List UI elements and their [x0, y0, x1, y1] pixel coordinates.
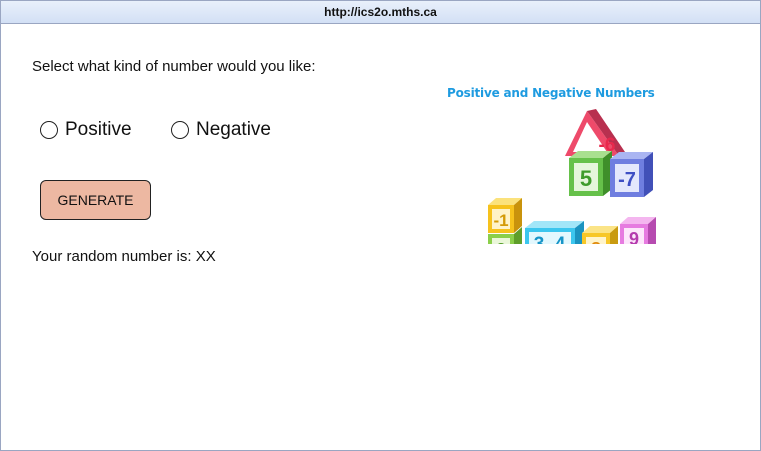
block-label: -7: [618, 169, 636, 191]
block-label: 4: [555, 234, 566, 244]
radio-option-negative[interactable]: Negative: [171, 119, 271, 141]
blocks-graphic: -6 5 -7 -1 9: [488, 109, 656, 244]
result-text: Your random number is: XX: [32, 248, 216, 265]
page-content: Select what kind of number would you lik…: [1, 24, 760, 450]
radio-positive-label[interactable]: Positive: [65, 119, 132, 141]
block-label: 5: [580, 166, 592, 191]
number-blocks-illustration: Positive and Negative Numbers -6 5 -7 -1…: [447, 84, 669, 244]
block-label: -1: [493, 211, 508, 230]
radio-option-positive[interactable]: Positive: [40, 119, 132, 141]
generate-button[interactable]: GENERATE: [40, 180, 151, 220]
result-prefix: Your random number is:: [32, 248, 196, 265]
radio-negative-label[interactable]: Negative: [196, 119, 271, 141]
browser-window: http://ics2o.mths.ca Select what kind of…: [0, 0, 761, 451]
radio-positive[interactable]: [40, 121, 58, 139]
illustration-title: Positive and Negative Numbers: [447, 86, 655, 100]
block-label: 3: [534, 234, 545, 244]
result-value: XX: [195, 248, 216, 265]
block-label: 2: [496, 240, 506, 244]
window-title: http://ics2o.mths.ca: [1, 1, 760, 24]
radio-negative[interactable]: [171, 121, 189, 139]
block-label: 8: [591, 239, 601, 244]
prompt-text: Select what kind of number would you lik…: [32, 58, 316, 75]
block-label: 9: [629, 229, 639, 244]
